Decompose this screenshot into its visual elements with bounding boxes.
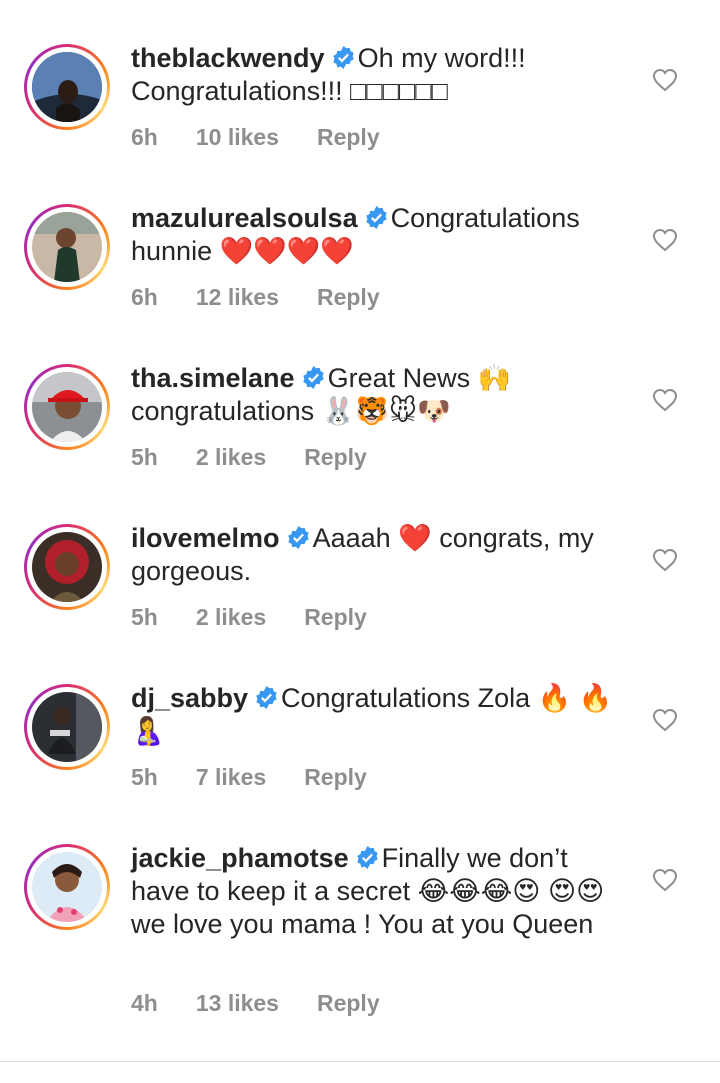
heart-outline-icon[interactable]: [652, 388, 678, 412]
comment-body: ilovemelmo Aaaah ❤️ congrats, my gorgeous…: [131, 522, 621, 588]
comment-username[interactable]: jackie_phamotse: [131, 843, 349, 873]
avatar-story-ring[interactable]: [24, 364, 110, 450]
comment-meta: 5h 7 likes Reply: [131, 764, 405, 791]
comments-list: theblackwendy Oh my word!!! Congratulatio…: [0, 0, 720, 1083]
heart-outline-icon[interactable]: [652, 708, 678, 732]
comment-likes[interactable]: 2 likes: [196, 604, 266, 630]
reply-button[interactable]: Reply: [304, 604, 367, 630]
avatar: [32, 212, 102, 282]
comment-body: jackie_phamotse Finally we don’t have to …: [131, 842, 621, 941]
comment-meta: 6h 10 likes Reply: [131, 124, 418, 151]
avatar: [32, 692, 102, 762]
avatar: [32, 532, 102, 602]
reply-button[interactable]: Reply: [317, 124, 380, 150]
comment-username[interactable]: dj_sabby: [131, 683, 248, 713]
comment-body: tha.simelane Great News 🙌 congratulations…: [131, 362, 621, 428]
avatar: [32, 52, 102, 122]
comment-time: 6h: [131, 284, 158, 310]
comment-meta: 5h 2 likes Reply: [131, 604, 405, 631]
comment-likes[interactable]: 13 likes: [196, 990, 279, 1016]
verified-badge-icon: [256, 686, 277, 709]
reply-button[interactable]: Reply: [317, 284, 380, 310]
verified-badge-icon: [287, 526, 309, 549]
verified-badge-icon: [365, 206, 387, 229]
comment-body: dj_sabby Congratulations Zola 🔥 🔥 🤱: [131, 682, 621, 748]
comment-username[interactable]: theblackwendy: [131, 43, 325, 73]
verified-badge-icon: [356, 846, 378, 869]
comment-time: 5h: [131, 604, 158, 630]
comment-time: 5h: [131, 764, 158, 790]
comment-likes[interactable]: 12 likes: [196, 284, 279, 310]
avatar-story-ring[interactable]: [24, 204, 110, 290]
comment-meta: 4h 13 likes Reply: [131, 990, 418, 1017]
avatar-story-ring[interactable]: [24, 44, 110, 130]
divider: [0, 1061, 720, 1062]
comment-time: 6h: [131, 124, 158, 150]
verified-badge-icon: [302, 366, 324, 389]
avatar: [32, 372, 102, 442]
comment-username[interactable]: mazulurealsoulsa: [131, 203, 358, 233]
comment-meta: 6h 12 likes Reply: [131, 284, 418, 311]
comment-likes[interactable]: 10 likes: [196, 124, 279, 150]
comment-body: mazulurealsoulsa Congratulations hunnie ❤…: [131, 202, 621, 268]
heart-outline-icon[interactable]: [652, 228, 678, 252]
comment-likes[interactable]: 2 likes: [196, 444, 266, 470]
comment-username[interactable]: tha.simelane: [131, 363, 295, 393]
comment-username[interactable]: ilovemelmo: [131, 523, 280, 553]
avatar: [32, 852, 102, 922]
verified-badge-icon: [332, 46, 354, 69]
heart-outline-icon[interactable]: [652, 548, 678, 572]
comment-time: 4h: [131, 990, 158, 1016]
reply-button[interactable]: Reply: [317, 990, 380, 1016]
heart-outline-icon[interactable]: [652, 868, 678, 892]
reply-button[interactable]: Reply: [304, 764, 367, 790]
comment-meta: 5h 2 likes Reply: [131, 444, 405, 471]
comment-body: theblackwendy Oh my word!!! Congratulatio…: [131, 42, 621, 108]
avatar-story-ring[interactable]: [24, 524, 110, 610]
heart-outline-icon[interactable]: [652, 68, 678, 92]
avatar-story-ring[interactable]: [24, 844, 110, 930]
reply-button[interactable]: Reply: [304, 444, 367, 470]
comment-time: 5h: [131, 444, 158, 470]
avatar-story-ring[interactable]: [24, 684, 110, 770]
comment-likes[interactable]: 7 likes: [196, 764, 266, 790]
